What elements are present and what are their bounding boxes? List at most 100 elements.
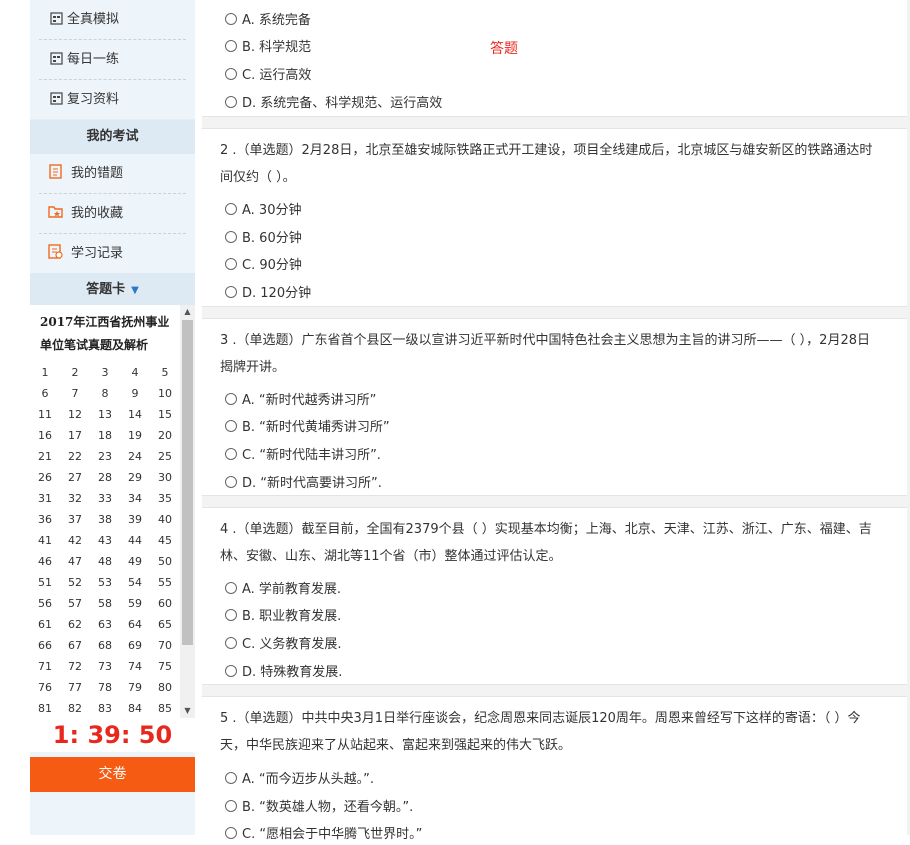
answer-card-number[interactable]: 40 (150, 509, 180, 530)
answer-card-number[interactable]: 81 (30, 698, 60, 718)
answer-card-number[interactable]: 49 (120, 551, 150, 572)
answer-card-number[interactable]: 61 (30, 614, 60, 635)
answer-card-number[interactable]: 62 (60, 614, 90, 635)
answer-card-number[interactable]: 68 (90, 635, 120, 656)
option-b[interactable]: B. 职业教育发展. (225, 607, 341, 627)
radio-icon[interactable] (225, 420, 237, 432)
answer-card-number[interactable]: 35 (150, 488, 180, 509)
answer-card-number[interactable]: 76 (30, 677, 60, 698)
answer-card-number[interactable]: 38 (90, 509, 120, 530)
radio-icon[interactable] (225, 13, 237, 25)
option-a[interactable]: A. 系统完备 (225, 11, 311, 31)
answer-card-number[interactable]: 42 (60, 530, 90, 551)
answer-card-number[interactable]: 65 (150, 614, 180, 635)
radio-icon[interactable] (225, 582, 237, 594)
answer-card-number[interactable]: 69 (120, 635, 150, 656)
option-d[interactable]: D. 特殊教育发展. (225, 663, 342, 683)
answer-card-number[interactable]: 29 (120, 467, 150, 488)
answer-card-number[interactable]: 14 (120, 404, 150, 425)
answer-card-number[interactable]: 51 (30, 572, 60, 593)
radio-icon[interactable] (225, 40, 237, 52)
answer-card-number[interactable]: 84 (120, 698, 150, 718)
option-a[interactable]: A. “而今迈步从头越。”. (225, 770, 374, 790)
nav-item-review-materials[interactable]: 复习资料 (39, 80, 186, 119)
answer-card-number[interactable]: 10 (150, 383, 180, 404)
answer-card-number[interactable]: 31 (30, 488, 60, 509)
answer-card-number[interactable]: 50 (150, 551, 180, 572)
answer-card-number[interactable]: 28 (90, 467, 120, 488)
answer-card-number[interactable]: 83 (90, 698, 120, 718)
answer-card-number[interactable]: 43 (90, 530, 120, 551)
option-c[interactable]: C. 90分钟 (225, 256, 302, 276)
answer-card-number[interactable]: 36 (30, 509, 60, 530)
answer-card-number[interactable]: 55 (150, 572, 180, 593)
answer-card-scrollbar[interactable]: ▲ ▼ (180, 305, 195, 718)
option-d[interactable]: D. 120分钟 (225, 284, 311, 304)
answer-link[interactable]: 答题 (490, 38, 518, 58)
option-d[interactable]: D. 系统完备、科学规范、运行高效 (225, 94, 442, 114)
answer-card-number[interactable]: 77 (60, 677, 90, 698)
submit-button[interactable]: 交卷 (30, 757, 195, 792)
answer-card-number[interactable]: 12 (60, 404, 90, 425)
radio-icon[interactable] (225, 96, 237, 108)
answer-card-number[interactable]: 66 (30, 635, 60, 656)
answer-card-number[interactable]: 1 (30, 362, 60, 383)
option-c[interactable]: C. 义务教育发展. (225, 635, 341, 655)
answer-card-number[interactable]: 15 (150, 404, 180, 425)
answer-card-number[interactable]: 34 (120, 488, 150, 509)
radio-icon[interactable] (225, 637, 237, 649)
scrollbar-thumb[interactable] (182, 320, 193, 645)
answer-card-number[interactable]: 52 (60, 572, 90, 593)
answer-card-number[interactable]: 80 (150, 677, 180, 698)
option-b[interactable]: B. 科学规范 (225, 38, 311, 58)
answer-card-number[interactable]: 75 (150, 656, 180, 677)
radio-icon[interactable] (225, 258, 237, 270)
answer-card-number[interactable]: 56 (30, 593, 60, 614)
answer-card-number[interactable]: 16 (30, 425, 60, 446)
answer-card-number[interactable]: 82 (60, 698, 90, 718)
answer-card-number[interactable]: 71 (30, 656, 60, 677)
answer-card-number[interactable]: 59 (120, 593, 150, 614)
answer-card-number[interactable]: 47 (60, 551, 90, 572)
answer-card-number[interactable]: 17 (60, 425, 90, 446)
option-b[interactable]: B. “数英雄人物，还看今朝。”. (225, 798, 413, 818)
answer-card-number[interactable]: 85 (150, 698, 180, 718)
answer-card-number[interactable]: 7 (60, 383, 90, 404)
radio-icon[interactable] (225, 68, 237, 80)
answer-card-number[interactable]: 44 (120, 530, 150, 551)
answer-card-number[interactable]: 27 (60, 467, 90, 488)
answer-card-number[interactable]: 19 (120, 425, 150, 446)
option-b[interactable]: B. “新时代黄埔秀讲习所” (225, 418, 390, 438)
answer-card-number[interactable]: 24 (120, 446, 150, 467)
radio-icon[interactable] (225, 476, 237, 488)
answer-card-number[interactable]: 58 (90, 593, 120, 614)
answer-card-number[interactable]: 57 (60, 593, 90, 614)
option-a[interactable]: A. 30分钟 (225, 201, 301, 221)
radio-icon[interactable] (225, 665, 237, 677)
radio-icon[interactable] (225, 772, 237, 784)
answer-card-number[interactable]: 54 (120, 572, 150, 593)
answer-card-number[interactable]: 33 (90, 488, 120, 509)
answer-card-number[interactable]: 4 (120, 362, 150, 383)
nav-item-my-errors[interactable]: 我的错题 (39, 154, 186, 194)
option-c[interactable]: C. 运行高效 (225, 66, 311, 86)
answer-card-number[interactable]: 37 (60, 509, 90, 530)
answer-card-number[interactable]: 64 (120, 614, 150, 635)
answer-card-number[interactable]: 78 (90, 677, 120, 698)
answer-card-number[interactable]: 13 (90, 404, 120, 425)
answer-card-number[interactable]: 11 (30, 404, 60, 425)
answer-card-number[interactable]: 46 (30, 551, 60, 572)
scroll-up-icon[interactable]: ▲ (180, 305, 195, 319)
option-c[interactable]: C. “新时代陆丰讲习所”. (225, 446, 381, 466)
option-a[interactable]: A. 学前教育发展. (225, 580, 341, 600)
radio-icon[interactable] (225, 800, 237, 812)
answer-card-number[interactable]: 22 (60, 446, 90, 467)
answer-card-number[interactable]: 60 (150, 593, 180, 614)
nav-item-mock-exam[interactable]: 全真模拟 (39, 0, 186, 40)
answer-card-number[interactable]: 18 (90, 425, 120, 446)
answer-card-number[interactable]: 67 (60, 635, 90, 656)
answer-card-number[interactable]: 8 (90, 383, 120, 404)
radio-icon[interactable] (225, 827, 237, 839)
radio-icon[interactable] (225, 393, 237, 405)
answer-card-number[interactable]: 74 (120, 656, 150, 677)
